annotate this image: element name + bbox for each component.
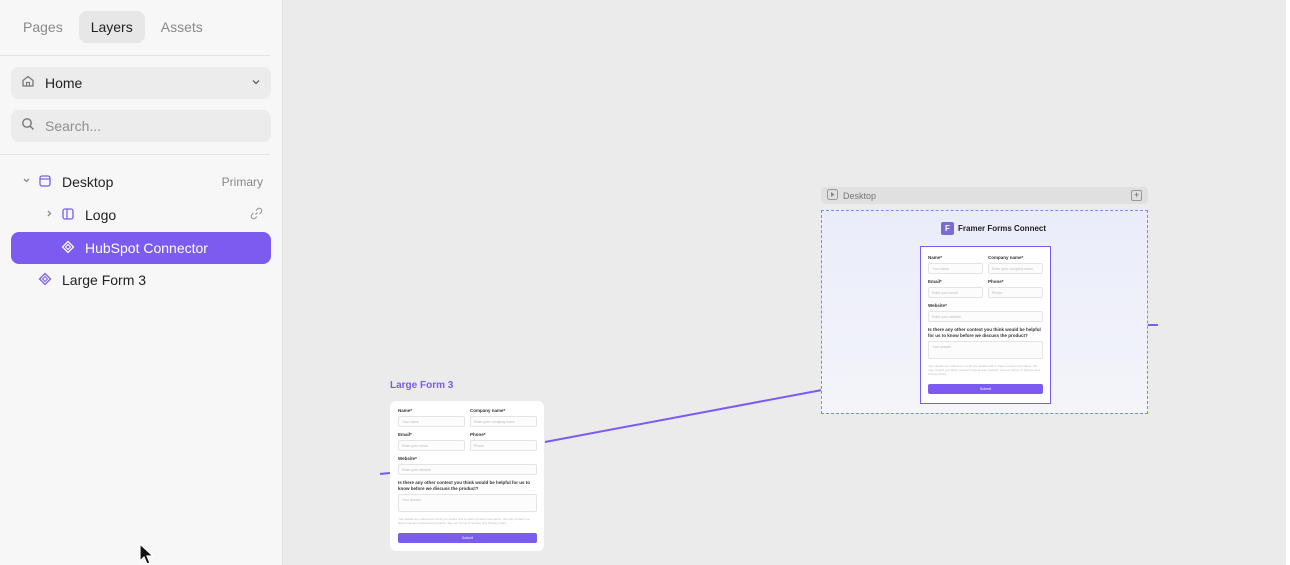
field-label: Email* [928,279,942,284]
field-label: Phone* [988,279,1004,284]
phone-input[interactable]: Phone [988,287,1043,298]
phone-input[interactable]: Phone [470,440,537,451]
field-label: Email* [398,432,412,437]
name-input[interactable]: Your name [398,416,465,427]
website-input[interactable]: Enter your website [398,464,537,475]
frame-title: Desktop [843,190,877,201]
connector-line-stub [379,472,391,475]
large-form-3[interactable]: Name* Your name Company name* Enter your… [390,401,544,551]
cursor-icon [139,543,155,565]
add-breakpoint-button[interactable]: + [1131,190,1142,201]
field-label: Is there any other context you think wou… [398,480,531,491]
company-input[interactable]: Enter your company name [470,416,537,427]
consent-text: Your details are collected to send you d… [398,517,531,525]
field-label: Is there any other context you think wou… [928,327,1041,338]
company-input[interactable]: Enter your company name [988,263,1043,274]
brand-logo-icon: F [941,222,954,235]
name-input[interactable]: Your name [928,263,983,274]
brand: F Framer Forms Connect [941,222,1046,235]
field-label: Phone* [470,432,486,437]
field-label: Website* [398,456,417,461]
field-label: Name* [928,255,943,260]
submit-button[interactable]: Submit [928,384,1043,394]
question-textarea[interactable]: Your answer [928,341,1043,359]
question-textarea[interactable]: Your answer [398,494,537,512]
large-form-label[interactable]: Large Form 3 [390,380,453,391]
email-input[interactable]: Enter your email [928,287,983,298]
website-input[interactable]: Enter your website [928,311,1043,322]
field-label: Name* [398,408,413,413]
hubspot-connector-form[interactable]: Name* Your name Company name* Enter your… [920,246,1051,404]
connector-line[interactable] [544,389,823,443]
desktop-frame-header[interactable]: Desktop + [821,187,1148,204]
email-input[interactable]: Enter your email [398,440,465,451]
field-label: Website* [928,303,947,308]
field-label: Company name* [988,255,1024,260]
brand-name: Framer Forms Connect [958,224,1047,233]
field-label: Company name* [470,408,506,413]
submit-button[interactable]: Submit [398,533,537,543]
play-icon[interactable] [827,189,838,202]
desktop-frame[interactable]: F Framer Forms Connect Name* Your name C… [821,210,1148,414]
consent-text: Your details are collected to send you d… [928,364,1040,376]
